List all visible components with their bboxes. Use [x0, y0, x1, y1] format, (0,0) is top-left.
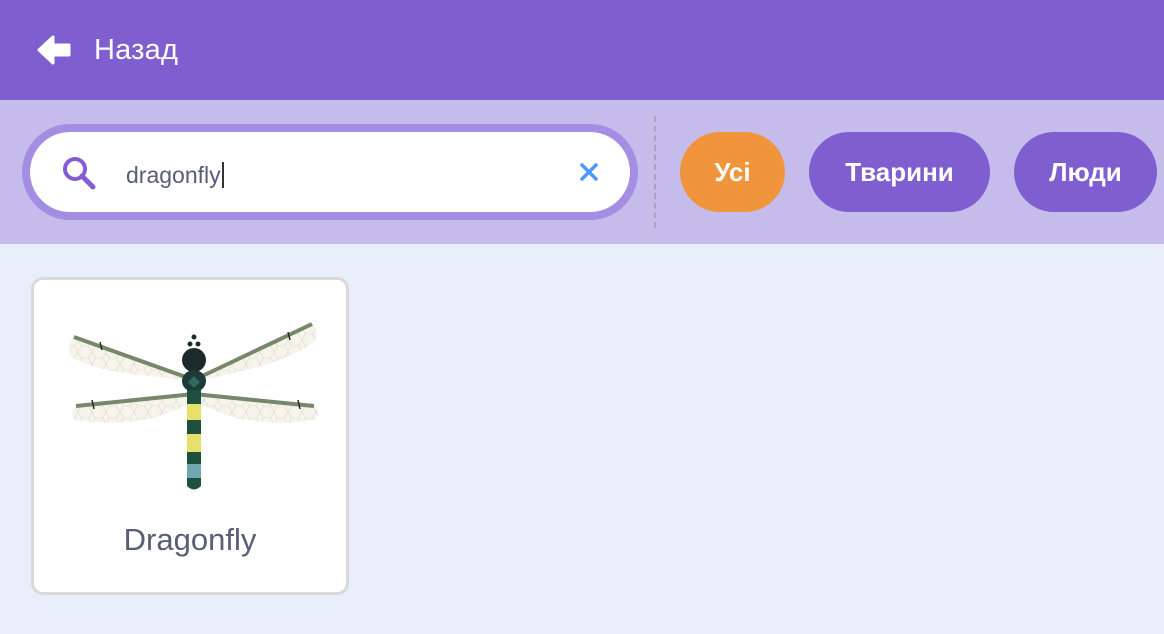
- tag-people[interactable]: Люди: [1014, 132, 1157, 212]
- divider: [654, 116, 656, 228]
- search-input[interactable]: dragonfly: [126, 162, 224, 188]
- search-field[interactable]: dragonfly: [30, 132, 630, 212]
- filter-bar: dragonfly Усі Тварини Люди: [0, 100, 1164, 244]
- search-field-focus-ring: dragonfly: [22, 124, 638, 220]
- arrow-left-icon: [36, 34, 72, 66]
- back-button[interactable]: Назад: [36, 34, 178, 67]
- sprite-card-dragonfly[interactable]: Dragonfly: [31, 277, 349, 595]
- back-label: Назад: [94, 33, 179, 66]
- dragonfly-sprite-image: [68, 322, 318, 490]
- text-caret: [221, 162, 224, 188]
- tag-all[interactable]: Усі: [680, 132, 785, 212]
- search-icon: [60, 154, 100, 199]
- tag-animals[interactable]: Тварини: [809, 132, 990, 212]
- sprite-name: Dragonfly: [123, 522, 257, 557]
- header-bar: Назад: [0, 0, 1164, 100]
- close-icon[interactable]: [577, 160, 601, 189]
- search-input-value: dragonfly: [126, 161, 221, 188]
